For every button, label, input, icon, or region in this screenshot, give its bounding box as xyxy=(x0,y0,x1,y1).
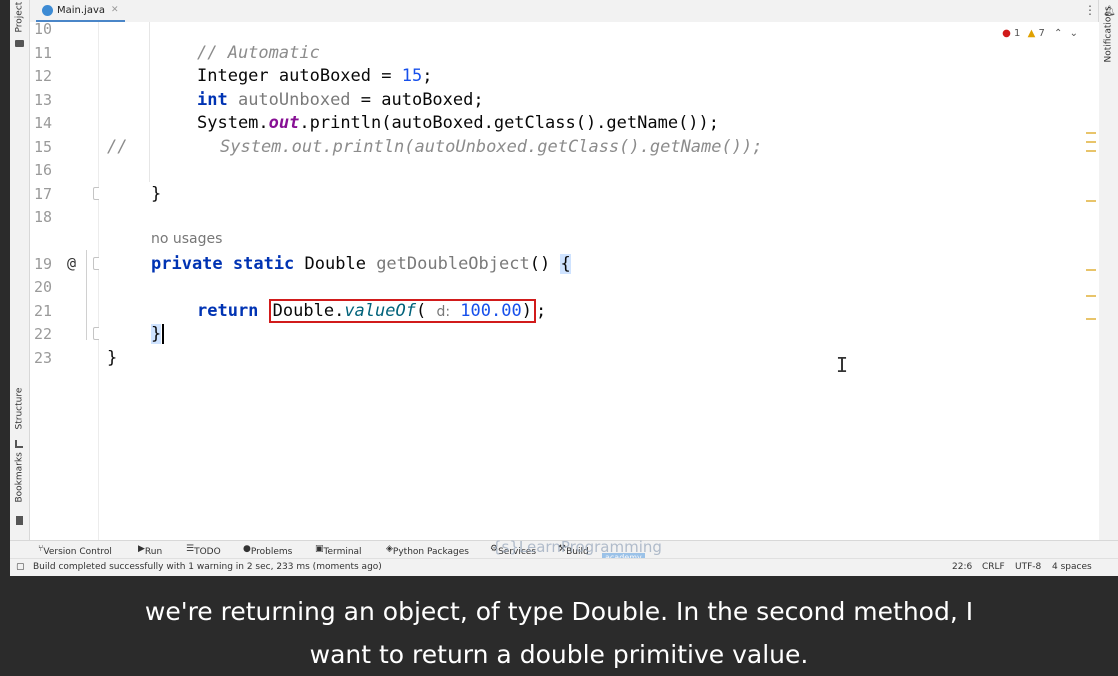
chevron-up-icon[interactable]: ⌃ xyxy=(1054,28,1062,39)
code-line-17: } xyxy=(151,184,162,204)
notifications-tool-button[interactable]: Notifications xyxy=(1104,6,1114,62)
line-number-gutter: 10 11 12 13 14 15 16 17 18 19 20 21 22 2… xyxy=(30,20,104,540)
line-number: 19 xyxy=(34,255,53,273)
folder-icon xyxy=(15,40,24,47)
warning-marker[interactable] xyxy=(1086,318,1096,320)
method-separator xyxy=(86,250,87,340)
line-number: 14 xyxy=(34,114,53,132)
line-number: 11 xyxy=(34,44,53,62)
code-line-14: System.out.println(autoBoxed.getClass().… xyxy=(197,113,720,133)
code-line-12: Integer autoBoxed = 15; xyxy=(197,66,433,86)
line-separator[interactable]: CRLF xyxy=(982,562,1005,572)
editor-tab-bar: Main.java ✕ ⋮ xyxy=(30,0,1118,23)
text-caret xyxy=(162,324,165,344)
code-line-19: private static Double getDoubleObject() … xyxy=(151,254,571,274)
error-icon: ● xyxy=(1002,28,1011,39)
structure-icon xyxy=(15,440,23,448)
line-number: 12 xyxy=(34,67,53,85)
tab-label: Main.java xyxy=(57,4,106,16)
line-number: 10 xyxy=(34,20,53,38)
bookmark-icon xyxy=(16,516,23,525)
warning-marker[interactable] xyxy=(1086,200,1096,202)
line-number: 16 xyxy=(34,161,53,179)
left-tool-strip: Project Structure Bookmarks xyxy=(10,0,30,540)
java-class-icon xyxy=(42,4,53,16)
line-number: 15 xyxy=(34,138,53,156)
warning-marker[interactable] xyxy=(1086,141,1096,143)
code-editor[interactable]: // Automatic Integer autoBoxed = 15; int… xyxy=(99,22,1099,540)
warning-marker[interactable] xyxy=(1086,269,1096,271)
more-options-icon[interactable]: ⋮ xyxy=(1084,3,1096,17)
warning-marker[interactable] xyxy=(1086,295,1096,297)
mouse-cursor-icon: I xyxy=(836,353,849,377)
line-number: 13 xyxy=(34,91,53,109)
terminal-button[interactable]: ▣ Terminal xyxy=(315,544,362,557)
close-icon[interactable]: ✕ xyxy=(111,5,119,15)
bookmarks-tool-button[interactable]: Bookmarks xyxy=(15,452,25,502)
code-line-22: } xyxy=(151,323,165,346)
warning-icon: ▲ xyxy=(1027,28,1036,39)
code-line-15-prefix: // xyxy=(107,137,128,157)
line-number: 20 xyxy=(34,278,53,296)
video-caption: we're returning an object, of type Doubl… xyxy=(0,576,1118,674)
error-count: 1 xyxy=(1014,28,1021,39)
indent-setting[interactable]: 4 spaces xyxy=(1052,562,1092,572)
indent-guide xyxy=(149,22,150,182)
problems-button[interactable]: ● Problems xyxy=(243,544,292,557)
code-line-15: System.out.println(autoUnboxed.getClass(… xyxy=(220,137,763,157)
todo-button[interactable]: ☰ TODO xyxy=(186,544,221,557)
warning-count: 7 xyxy=(1038,28,1045,39)
caption-line-2: want to return a double primitive value. xyxy=(309,640,809,669)
run-button[interactable]: ▶ Run xyxy=(138,544,162,557)
code-line-23: } xyxy=(107,348,118,368)
chevron-down-icon[interactable]: ⌄ xyxy=(1070,28,1078,39)
warning-marker[interactable] xyxy=(1086,150,1096,152)
caret-position[interactable]: 22:6 xyxy=(952,562,972,572)
code-line-11: // Automatic xyxy=(197,43,320,63)
ide-window: Project Structure Bookmarks Main.java ✕ … xyxy=(0,0,1118,576)
override-annotation-icon[interactable]: @ xyxy=(67,254,76,272)
warning-marker[interactable] xyxy=(1086,132,1096,134)
status-message[interactable]: Build completed successfully with 1 warn… xyxy=(33,562,382,572)
code-line-21: return Double.valueOf( d: 100.00); xyxy=(197,299,547,323)
highlighted-expression: Double.valueOf( d: 100.00) xyxy=(268,299,536,323)
outer-edge xyxy=(0,0,10,576)
file-encoding[interactable]: UTF-8 xyxy=(1015,562,1041,572)
version-control-button[interactable]: ⑂ Version Control xyxy=(38,544,112,557)
line-number: 23 xyxy=(34,349,53,367)
python-packages-button[interactable]: ◈ Python Packages xyxy=(386,544,469,557)
caption-line-1: we're returning an object, of type Doubl… xyxy=(144,597,974,626)
usages-hint[interactable]: no usages xyxy=(151,231,222,247)
inspection-widget[interactable]: ● 1 ▲ 7 ⌃ ⌄ xyxy=(1002,28,1078,39)
line-number: 22 xyxy=(34,325,53,343)
status-icon[interactable]: ▢ xyxy=(16,562,25,572)
watermark-logo: {s}LearnProgramming academy xyxy=(492,538,662,562)
structure-tool-button[interactable]: Structure xyxy=(15,388,25,430)
line-number: 18 xyxy=(34,208,53,226)
project-tool-button[interactable]: Project xyxy=(15,2,25,33)
line-number: 17 xyxy=(34,185,53,203)
line-number: 21 xyxy=(34,302,53,320)
right-tool-strip: 🔔︎ Notifications xyxy=(1098,0,1118,540)
status-bar: ▢ Build completed successfully with 1 wa… xyxy=(10,558,1118,576)
code-line-13: int autoUnboxed = autoBoxed; xyxy=(197,90,484,110)
